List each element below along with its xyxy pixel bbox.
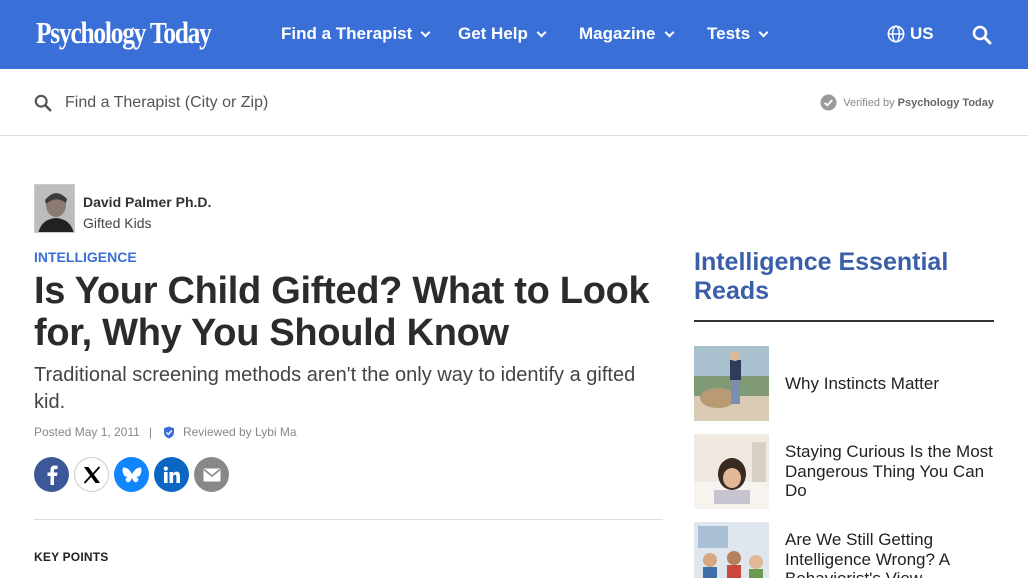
share-email-button[interactable]	[194, 457, 229, 492]
sidebar-title: Intelligence Essential Reads	[694, 248, 949, 305]
region-label: US	[910, 24, 934, 43]
share-facebook-button[interactable]	[34, 457, 69, 492]
chevron-down-icon	[664, 27, 674, 38]
read-title: Staying Curious Is the Most Dangerous Th…	[785, 442, 993, 501]
nav-tests[interactable]: Tests	[707, 24, 769, 44]
verified-brand: Psychology Today	[897, 96, 994, 109]
nav-get-help[interactable]: Get Help	[458, 24, 547, 44]
site-logo[interactable]: Psychology Today	[36, 17, 212, 48]
meta-separator: |	[148, 425, 152, 439]
essential-read-item[interactable]: Staying Curious Is the Most Dangerous Th…	[694, 434, 994, 509]
search-icon	[972, 25, 992, 45]
section-divider	[34, 519, 663, 520]
chevron-down-icon	[420, 27, 431, 38]
verified-badge: Verified by Psychology Today	[820, 94, 994, 111]
globe-icon	[887, 25, 905, 43]
therapist-search-bar: Verified by Psychology Today	[0, 69, 1028, 136]
facebook-icon	[47, 465, 58, 485]
article-meta: Posted May 1, 2011 | Reviewed by Lybi Ma	[34, 425, 297, 439]
author-avatar[interactable]	[34, 184, 75, 233]
article-title: Is Your Child Gifted? What to Look for, …	[34, 270, 650, 354]
reviewed-shield-icon	[163, 426, 174, 438]
key-points-heading: KEY POINTS	[34, 550, 109, 564]
read-title: Why Instincts Matter	[785, 373, 939, 393]
article-subtitle: Traditional screening methods aren't the…	[34, 364, 636, 413]
verified-prefix: Verified by	[843, 96, 895, 109]
verified-check-icon	[820, 94, 837, 111]
sidebar-divider	[694, 320, 994, 322]
read-thumbnail	[694, 346, 769, 421]
author-portrait-image	[35, 185, 74, 232]
read-thumbnail	[694, 522, 769, 578]
nav-magazine[interactable]: Magazine	[579, 24, 674, 44]
region-selector[interactable]: US	[887, 24, 934, 44]
email-icon	[203, 468, 220, 481]
chevron-down-icon	[758, 27, 769, 38]
x-logo-icon	[83, 465, 100, 484]
share-x-button[interactable]	[74, 457, 109, 492]
bluesky-icon	[122, 466, 141, 482]
share-linkedin-button[interactable]	[154, 457, 189, 492]
essential-read-item[interactable]: Are We Still Getting Intelligence Wrong?…	[694, 522, 994, 578]
posted-date: Posted May 1, 2011	[34, 425, 140, 439]
nav-label: Get Help	[458, 24, 528, 43]
reviewed-by: Reviewed by Lybi Ma	[182, 425, 297, 439]
linkedin-icon	[163, 466, 180, 483]
nav-label: Magazine	[579, 24, 656, 43]
read-thumbnail	[694, 434, 769, 509]
nav-label: Find a Therapist	[281, 24, 413, 43]
share-buttons	[34, 457, 234, 492]
nav-label: Tests	[707, 24, 751, 43]
article-category-link[interactable]: INTELLIGENCE	[34, 249, 137, 265]
search-icon	[34, 94, 52, 112]
chevron-down-icon	[536, 27, 547, 38]
share-bluesky-button[interactable]	[114, 457, 149, 492]
therapist-location-input[interactable]	[60, 90, 460, 116]
top-nav-bar: Psychology Today Find a Therapist Get He…	[0, 0, 1028, 69]
essential-read-item[interactable]: Why Instincts Matter	[694, 346, 994, 421]
author-name[interactable]: David Palmer Ph.D.	[83, 194, 211, 210]
author-blog-name[interactable]: Gifted Kids	[83, 215, 151, 231]
nav-find-therapist[interactable]: Find a Therapist	[281, 24, 431, 44]
read-title: Are We Still Getting Intelligence Wrong?…	[785, 530, 950, 578]
search-icon-button[interactable]	[972, 25, 992, 50]
